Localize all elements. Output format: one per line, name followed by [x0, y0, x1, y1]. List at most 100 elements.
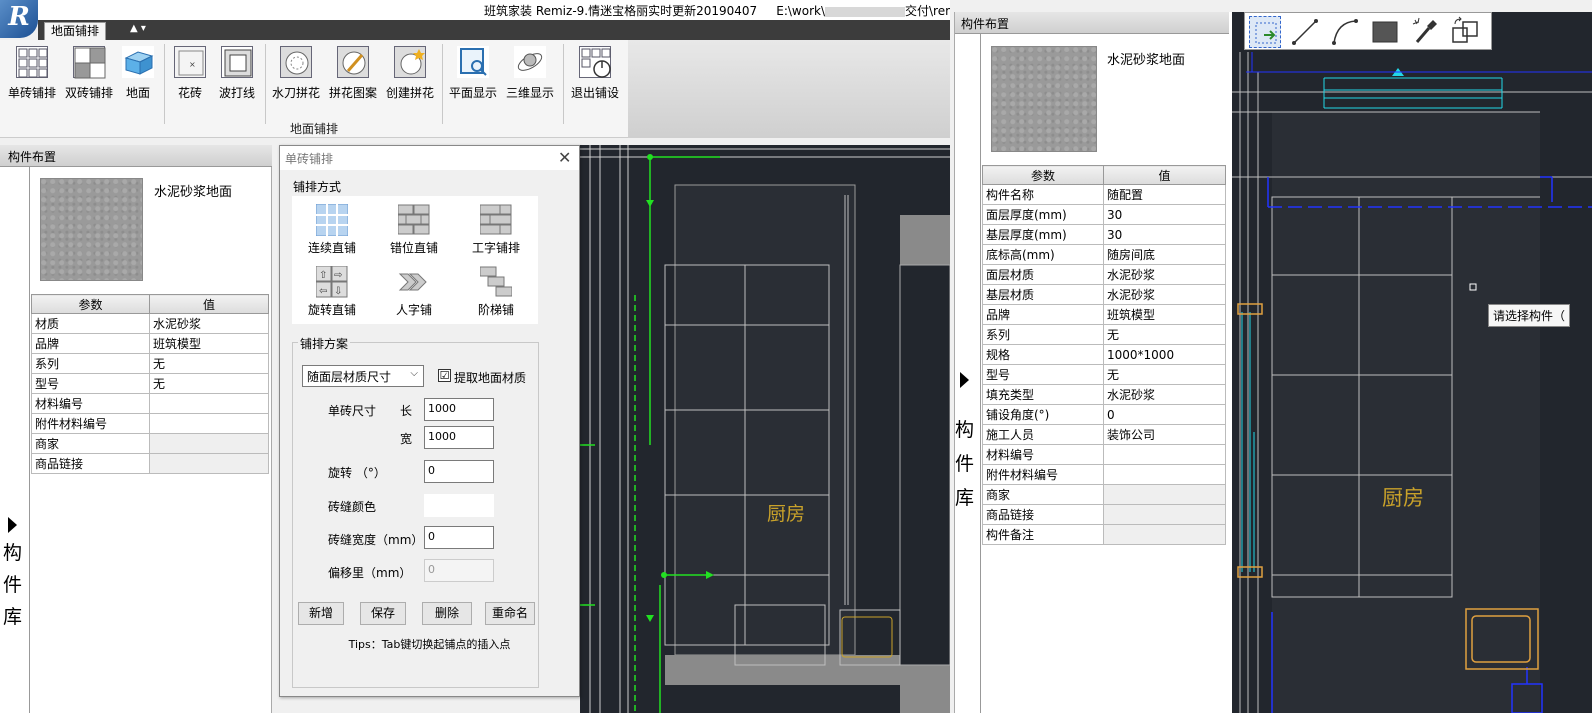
tab-floor-layout[interactable]: 地面铺排	[44, 22, 106, 40]
method-staircase[interactable]: 阶梯铺	[456, 266, 536, 318]
component-library-tab[interactable]: 构 件 库	[0, 167, 30, 713]
table-row[interactable]: 品牌 班筑模型	[982, 304, 1226, 325]
material-thumbnail[interactable]	[40, 178, 143, 281]
add-button[interactable]: 新增	[298, 602, 344, 625]
table-row[interactable]: 商家	[982, 484, 1226, 505]
table-row[interactable]: 面层厚度(mm) 30	[982, 204, 1226, 225]
method-continuous-straight[interactable]: 连续直铺	[292, 204, 372, 256]
double-tile-layout-button[interactable]: 双砖铺排	[63, 46, 115, 106]
value-cell[interactable]: 水泥砂浆	[149, 313, 269, 334]
line-tool[interactable]	[1289, 16, 1321, 48]
table-row[interactable]: 型号无	[31, 373, 269, 394]
method-offset-straight[interactable]: 错位直铺	[374, 204, 454, 256]
value-cell[interactable]: 1000*1000	[1103, 344, 1226, 365]
mosaic-pattern-button[interactable]: 拼花图案	[326, 46, 380, 106]
value-cell[interactable]	[1103, 524, 1226, 545]
border-line-button[interactable]: 波打线	[217, 46, 257, 106]
cad-canvas[interactable]: 厨房	[580, 145, 950, 713]
rotate-input[interactable]: 0	[424, 460, 494, 483]
table-row[interactable]: 填充类型 水泥砂浆	[982, 384, 1226, 405]
value-cell[interactable]	[149, 433, 269, 454]
exit-layout-button[interactable]: 退出铺设	[567, 46, 623, 106]
plan-view-button[interactable]: 平面显示	[446, 46, 500, 106]
table-row[interactable]: 构件名称 随配置	[982, 184, 1226, 205]
3d-view-button[interactable]: 三维显示	[503, 46, 557, 106]
value-cell[interactable]: 班筑模型	[1103, 304, 1226, 325]
tile-length-input[interactable]: 1000	[424, 398, 494, 421]
value-cell[interactable]: 无	[149, 373, 269, 394]
value-cell[interactable]	[1103, 464, 1226, 485]
table-row[interactable]: 系列无	[31, 353, 269, 374]
joint-color-picker[interactable]	[424, 494, 494, 517]
table-row[interactable]: 铺设角度(°) 0	[982, 404, 1226, 425]
value-cell[interactable]: 随房间底	[1103, 244, 1226, 265]
expand-arrow-icon[interactable]	[960, 372, 969, 388]
save-button[interactable]: 保存	[360, 602, 406, 625]
value-cell[interactable]	[149, 393, 269, 414]
expand-arrow-icon[interactable]	[8, 517, 17, 533]
create-mosaic-button[interactable]: 创建拼花	[383, 46, 437, 106]
app-logo[interactable]: R	[0, 0, 38, 38]
single-tile-layout-button[interactable]: 单砖铺排	[6, 46, 58, 106]
table-row[interactable]: 构件备注	[982, 524, 1226, 545]
extract-material-checkbox[interactable]: ☑	[438, 369, 451, 382]
table-row[interactable]: 材料编号	[982, 444, 1226, 465]
swap-tool[interactable]	[1449, 16, 1481, 48]
quick-access-dropdown-icon[interactable]: ▲ ▾	[130, 23, 146, 34]
close-icon[interactable]: ✕	[558, 148, 571, 167]
table-row[interactable]: 品牌 班筑模型	[31, 333, 269, 354]
value-cell[interactable]: 装饰公司	[1103, 424, 1226, 445]
rename-button[interactable]: 重命名	[485, 602, 535, 625]
table-row[interactable]: 基层厚度(mm) 30	[982, 224, 1226, 245]
table-row[interactable]: 型号无	[982, 364, 1226, 385]
table-row[interactable]: 商品链接	[982, 504, 1226, 525]
value-cell[interactable]: 0	[1103, 404, 1226, 425]
value-cell[interactable]: 无	[1103, 324, 1226, 345]
table-row[interactable]: 附件材料编号	[982, 464, 1226, 485]
waterjet-mosaic-button[interactable]: 水刀拼花	[269, 46, 323, 106]
method-running-bond[interactable]: 工字铺排	[456, 204, 536, 256]
joint-width-input[interactable]: 0	[424, 526, 494, 549]
table-row[interactable]: 基层材质 水泥砂浆	[982, 284, 1226, 305]
value-cell[interactable]	[1103, 484, 1226, 505]
table-row[interactable]: 规格 1000*1000	[982, 344, 1226, 365]
delete-button[interactable]: 删除	[422, 602, 472, 625]
value-cell[interactable]	[1103, 504, 1226, 525]
value-cell[interactable]: 水泥砂浆	[1103, 284, 1226, 305]
table-row[interactable]: 附件材料编号	[31, 413, 269, 434]
value-cell[interactable]: 随配置	[1103, 184, 1226, 205]
value-cell[interactable]	[1103, 444, 1226, 465]
table-row[interactable]: 商品链接	[31, 453, 269, 474]
size-mode-select[interactable]: 随面层材质尺寸 ⌵	[302, 365, 424, 387]
method-herringbone[interactable]: 人字铺	[374, 266, 454, 318]
value-cell[interactable]	[149, 453, 269, 474]
table-row[interactable]: 施工人员 装饰公司	[982, 424, 1226, 445]
eyedropper-tool[interactable]	[1409, 16, 1441, 48]
value-cell[interactable]: 无	[149, 353, 269, 374]
table-row[interactable]: 面层材质 水泥砂浆	[982, 264, 1226, 285]
svg-text:⇦: ⇦	[319, 286, 327, 297]
value-cell[interactable]: 30	[1103, 204, 1226, 225]
table-row[interactable]: 材料编号	[31, 393, 269, 414]
ribbon-group-label: 地面铺排	[289, 122, 338, 136]
tile-width-input[interactable]: 1000	[424, 426, 494, 449]
table-row[interactable]: 商家	[31, 433, 269, 454]
table-row[interactable]: 材质 水泥砂浆	[31, 313, 269, 334]
value-cell[interactable]: 水泥砂浆	[1103, 384, 1226, 405]
select-arrow-tool[interactable]	[1249, 16, 1281, 48]
rectangle-tool[interactable]	[1369, 16, 1401, 48]
value-cell[interactable]	[149, 413, 269, 434]
value-cell[interactable]: 无	[1103, 364, 1226, 385]
pattern-tile-button[interactable]: × 花砖	[170, 46, 210, 106]
value-cell[interactable]: 班筑模型	[149, 333, 269, 354]
arc-tool[interactable]	[1329, 16, 1361, 48]
value-cell[interactable]: 30	[1103, 224, 1226, 245]
floor-button[interactable]: 地面	[118, 46, 158, 106]
method-rotate-straight[interactable]: ⇧ ⇨ ⇦ ⇩ 旋转直铺	[292, 266, 372, 318]
component-library-tab[interactable]: 构 件 库	[955, 34, 981, 713]
table-row[interactable]: 系列无	[982, 324, 1226, 345]
value-cell[interactable]: 水泥砂浆	[1103, 264, 1226, 285]
table-row[interactable]: 底标高(mm) 随房间底	[982, 244, 1226, 265]
cad-canvas-right[interactable]: 厨房	[1232, 12, 1592, 713]
material-thumbnail[interactable]	[991, 46, 1097, 152]
